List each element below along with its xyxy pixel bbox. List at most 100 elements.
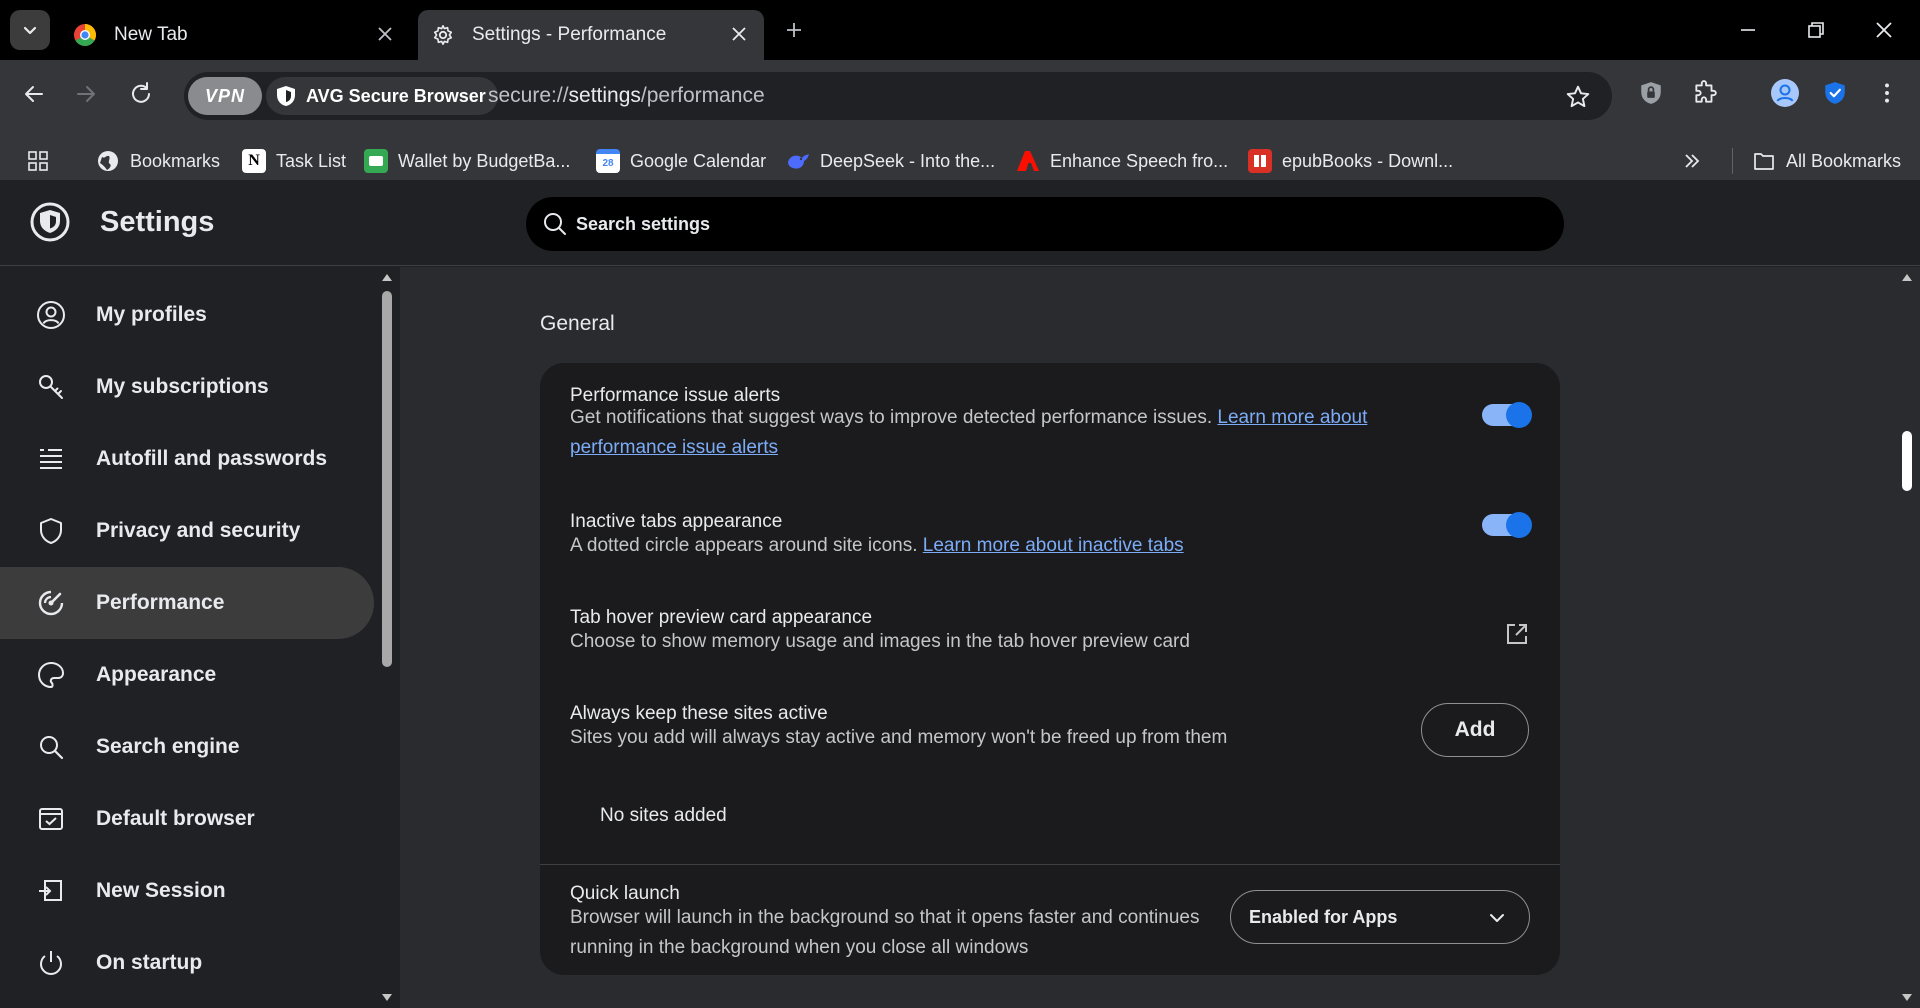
all-bookmarks-button[interactable]: All Bookmarks: [1752, 146, 1901, 176]
shield-check-icon: [1825, 82, 1845, 104]
inactive-tabs-title: Inactive tabs appearance: [570, 511, 783, 532]
settings-search[interactable]: [526, 197, 1564, 251]
bookmark-item[interactable]: N Task List: [242, 146, 346, 176]
perf-alerts-toggle[interactable]: [1482, 402, 1532, 428]
puzzle-icon: [1695, 80, 1717, 103]
settings-main: General Performance issue alerts Get not…: [400, 267, 1920, 1008]
secure-browser-chip[interactable]: AVG Secure Browser: [266, 77, 498, 115]
sidebar-item-on-startup[interactable]: On startup: [0, 927, 374, 999]
close-tab-icon[interactable]: [372, 21, 398, 47]
quick-launch-select[interactable]: Enabled for Apps: [1230, 890, 1530, 944]
bookmark-item[interactable]: DeepSeek - Into the...: [786, 146, 995, 176]
sidebar-item-new-session[interactable]: New Session: [0, 855, 374, 927]
apps-button[interactable]: [26, 146, 50, 176]
sidebar-scrollbar-thumb[interactable]: [382, 291, 392, 667]
restore-button[interactable]: [1798, 12, 1834, 48]
vpn-button[interactable]: VPN: [188, 77, 262, 115]
search-icon: [544, 213, 566, 235]
sidebar-item-performance[interactable]: Performance: [0, 567, 374, 639]
double-chevron-right-icon: [1685, 154, 1700, 168]
sidebar-item-appearance[interactable]: Appearance: [0, 639, 374, 711]
forward-button[interactable]: [66, 74, 106, 114]
bookmark-item[interactable]: Wallet by BudgetBa...: [364, 146, 570, 176]
url-host: settings: [568, 84, 641, 107]
sidebar-item-label: Search engine: [96, 735, 240, 758]
plus-icon: [787, 23, 801, 37]
divider: [540, 864, 1560, 865]
url-text[interactable]: secure://settings/performance: [488, 84, 765, 108]
sidebar-item-search-engine[interactable]: Search engine: [0, 711, 374, 783]
reload-icon: [132, 82, 150, 103]
apps-grid-icon: [28, 151, 48, 171]
globe-icon: [96, 149, 120, 173]
search-input[interactable]: [576, 209, 1536, 239]
profile-button[interactable]: [1768, 76, 1802, 110]
bookmark-label: Enhance Speech fro...: [1050, 150, 1229, 171]
perf-alerts-description: Get notifications that suggest ways to i…: [570, 403, 1430, 463]
hover-preview-description: Choose to show memory usage and images i…: [570, 631, 1190, 652]
page-title: Settings: [100, 206, 215, 238]
back-button[interactable]: [14, 74, 54, 114]
tab-settings[interactable]: Settings - Performance: [418, 10, 764, 60]
sidebar-item-privacy[interactable]: Privacy and security: [0, 495, 374, 567]
bookmark-item[interactable]: epubBooks - Downl...: [1248, 146, 1453, 176]
inactive-tabs-toggle[interactable]: [1482, 512, 1532, 538]
star-icon: [1566, 85, 1590, 108]
close-window-button[interactable]: [1866, 12, 1902, 48]
tab-search-button[interactable]: [10, 10, 50, 50]
session-icon: [36, 876, 66, 906]
sidebar-item-label: Appearance: [96, 663, 217, 686]
bookmark-item[interactable]: Bookmarks: [96, 146, 220, 176]
arrow-right-icon: [77, 86, 95, 102]
menu-button[interactable]: [1870, 76, 1904, 110]
bookmark-label: Bookmarks: [130, 150, 221, 171]
notion-icon: N: [242, 149, 266, 173]
sidebar-item-default-browser[interactable]: Default browser: [0, 783, 374, 855]
hover-preview-title: Tab hover preview card appearance: [570, 607, 873, 628]
new-tab-button[interactable]: [780, 16, 808, 44]
no-sites-text: No sites added: [600, 805, 727, 826]
wallet-icon: [364, 149, 388, 173]
shield-lock-icon: [1641, 82, 1661, 104]
adobe-icon: [1016, 149, 1040, 173]
tab-strip: New Tab Settings - Performance: [0, 0, 1920, 60]
bookmark-star-button[interactable]: [1564, 83, 1592, 111]
general-settings-card: Performance issue alerts Get notificatio…: [540, 363, 1560, 975]
power-icon: [36, 948, 66, 978]
scroll-up-arrow-icon[interactable]: [380, 271, 394, 283]
main-scroll-down-arrow-icon[interactable]: [1900, 992, 1914, 1004]
toggle-knob: [1506, 512, 1532, 538]
settings-sidebar: My profiles My subscriptions Autofill an…: [0, 267, 400, 1008]
keep-active-description: Sites you add will always stay active an…: [570, 727, 1228, 748]
privacy-shield-button[interactable]: [1634, 76, 1668, 110]
more-bookmarks-button[interactable]: [1682, 146, 1702, 176]
sidebar-item-my-subscriptions[interactable]: My subscriptions: [0, 351, 374, 423]
tab-new-tab[interactable]: New Tab: [60, 10, 410, 60]
sidebar-item-my-profiles[interactable]: My profiles: [0, 279, 374, 351]
bookmarks-divider: [1732, 148, 1733, 174]
sidebar-item-label: Default browser: [96, 807, 255, 830]
sidebar-item-autofill[interactable]: Autofill and passwords: [0, 423, 374, 495]
add-site-button[interactable]: Add: [1421, 703, 1529, 757]
bookmark-item[interactable]: 28 Google Calendar: [596, 146, 766, 176]
minimize-button[interactable]: [1730, 12, 1766, 48]
bookmark-item[interactable]: Enhance Speech fro...: [1016, 146, 1228, 176]
quick-launch-title: Quick launch: [570, 883, 680, 904]
reload-button[interactable]: [121, 74, 161, 114]
inactive-tabs-learn-more-link[interactable]: Learn more about inactive tabs: [923, 535, 1184, 556]
main-scroll-up-arrow-icon[interactable]: [1900, 271, 1914, 283]
calendar-icon: 28: [596, 149, 620, 173]
perf-alerts-desc-text: Get notifications that suggest ways to i…: [570, 407, 1213, 428]
scroll-down-arrow-icon[interactable]: [380, 992, 394, 1004]
tab-title: New Tab: [114, 24, 188, 45]
security-status-button[interactable]: [1818, 76, 1852, 110]
address-bar[interactable]: VPN AVG Secure Browser secure://settings…: [184, 72, 1612, 120]
open-external-icon[interactable]: [1504, 621, 1530, 647]
sidebar-item-label: New Session: [96, 879, 226, 902]
browser-icon: [36, 804, 66, 834]
bookmark-label: Wallet by BudgetBa...: [398, 150, 571, 171]
url-scheme: secure://: [488, 84, 569, 107]
extensions-button[interactable]: [1688, 76, 1722, 110]
close-tab-icon[interactable]: [726, 21, 752, 47]
main-scrollbar-thumb[interactable]: [1902, 431, 1912, 491]
